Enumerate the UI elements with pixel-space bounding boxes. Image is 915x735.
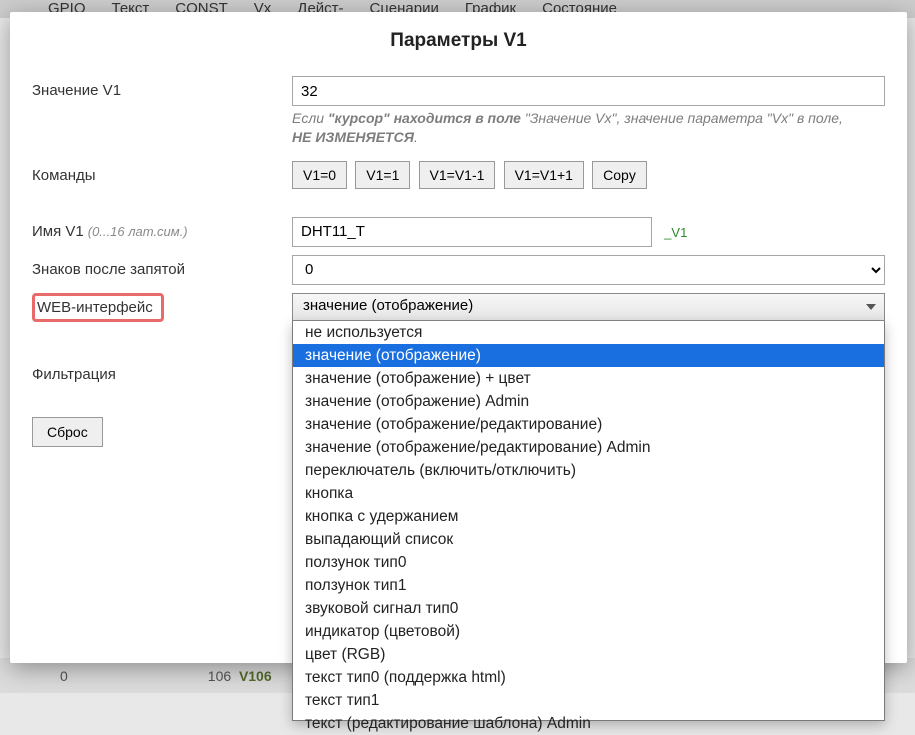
web-interface-option[interactable]: значение (отображение) + цвет [293, 367, 884, 390]
commands-label: Команды [32, 161, 292, 184]
web-interface-option[interactable]: ползунок тип1 [293, 574, 884, 597]
decimals-select[interactable]: 0 [292, 255, 885, 285]
web-interface-option[interactable]: выпадающий список [293, 528, 884, 551]
web-interface-label: WEB-интерфейс [32, 293, 164, 322]
web-interface-select[interactable]: значение (отображение) [292, 293, 885, 321]
cmd-v1-0-button[interactable]: V1=0 [292, 161, 347, 189]
web-interface-option[interactable]: текст тип0 (поддержка html) [293, 666, 884, 689]
web-interface-option[interactable]: индикатор (цветовой) [293, 620, 884, 643]
value-input[interactable] [292, 76, 885, 106]
value-label: Значение V1 [32, 76, 292, 99]
web-interface-option[interactable]: текст тип1 [293, 689, 884, 712]
web-interface-option[interactable]: значение (отображение) [293, 344, 884, 367]
web-interface-dropdown: не используетсязначение (отображение)зна… [292, 321, 885, 721]
web-interface-option[interactable]: переключатель (включить/отключить) [293, 459, 884, 482]
web-interface-option[interactable]: не используется [293, 321, 884, 344]
bg-var: V106 [239, 668, 272, 684]
name-input[interactable] [292, 217, 652, 247]
decimals-label: Знаков после запятой [32, 255, 292, 278]
parameters-dialog: Параметры V1 Значение V1 Если "курсор" н… [10, 12, 907, 663]
bg-val: 0 [60, 668, 68, 684]
dialog-title: Параметры V1 [32, 30, 885, 52]
filter-label: Фильтрация [32, 360, 292, 383]
web-interface-option[interactable]: кнопка [293, 482, 884, 505]
web-interface-option[interactable]: звуковой сигнал тип0 [293, 597, 884, 620]
reset-button[interactable]: Сброс [32, 417, 103, 447]
web-interface-option[interactable]: значение (отображение/редактирование) [293, 413, 884, 436]
name-suffix: _V1 [664, 225, 687, 240]
cmd-v1-inc-button[interactable]: V1=V1+1 [504, 161, 584, 189]
cmd-v1-dec-button[interactable]: V1=V1-1 [419, 161, 496, 189]
name-label: Имя V1(0...16 лат.сим.) [32, 217, 292, 240]
web-interface-option[interactable]: значение (отображение) Admin [293, 390, 884, 413]
value-help: Если "курсор" находится в поле "Значение… [292, 109, 885, 147]
commands-group: V1=0 V1=1 V1=V1-1 V1=V1+1 Copy [292, 161, 885, 189]
cmd-copy-button[interactable]: Copy [592, 161, 647, 189]
web-interface-option[interactable]: ползунок тип0 [293, 551, 884, 574]
web-interface-option[interactable]: текст (редактирование шаблона) Admin [293, 712, 884, 735]
web-interface-option[interactable]: цвет (RGB) [293, 643, 884, 666]
web-interface-option[interactable]: значение (отображение/редактирование) Ad… [293, 436, 884, 459]
web-interface-option[interactable]: кнопка с удержанием [293, 505, 884, 528]
cmd-v1-1-button[interactable]: V1=1 [355, 161, 410, 189]
bg-row-num: 106 [208, 668, 231, 684]
